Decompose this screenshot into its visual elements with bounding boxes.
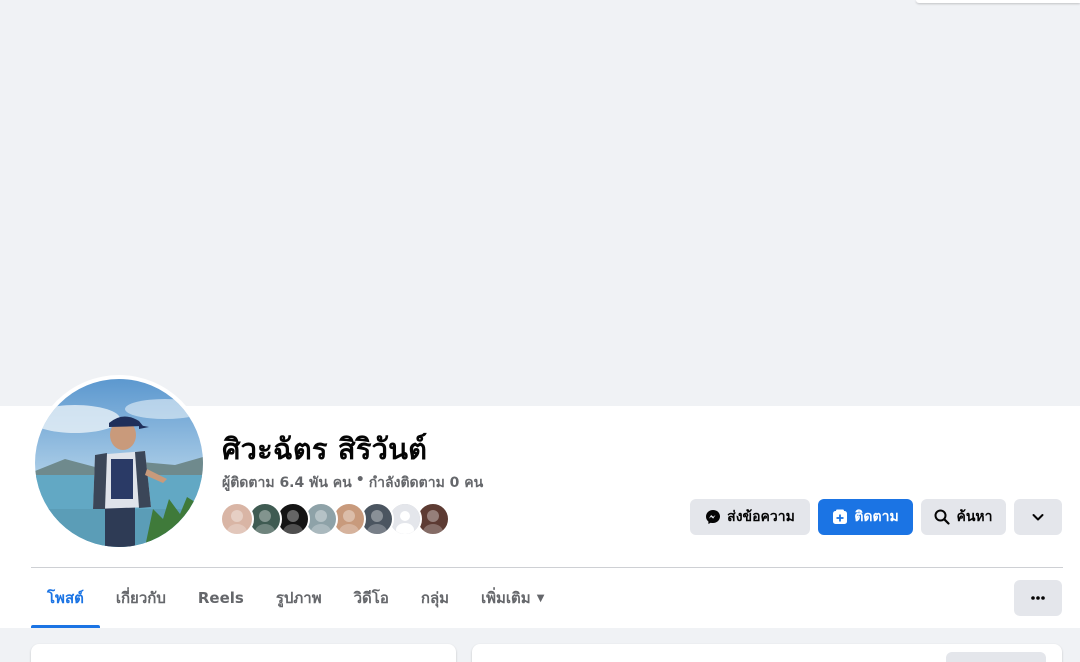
tab-2[interactable]: Reels — [182, 568, 260, 628]
message-button-label: ส่งข้อความ — [727, 509, 795, 525]
search-icon — [934, 509, 951, 525]
caret-down-icon: ▼ — [536, 592, 545, 604]
tab-label: เกี่ยวกับ — [115, 589, 166, 607]
follow-button[interactable]: ติดตาม — [818, 499, 913, 535]
profile-picture[interactable] — [35, 379, 203, 547]
tab-3[interactable]: รูปภาพ — [260, 568, 338, 628]
search-button[interactable]: ค้นหา — [921, 499, 1006, 535]
profile-tabs: โพสต์ เกี่ยวกับ Reels รูปภาพ วิดีโอ กลุ่ม เพิ่… — [31, 568, 560, 628]
filters-button[interactable] — [946, 652, 1046, 662]
cover-photo-area — [0, 0, 1080, 406]
following-link[interactable]: กำลังติดตาม 0 คน — [369, 472, 484, 494]
tab-label: Reels — [197, 589, 244, 607]
message-button[interactable]: ส่งข้อความ — [690, 499, 810, 535]
intro-card — [31, 644, 456, 662]
cover-edit-tab — [916, 0, 1080, 3]
profile-name: ศิวะฉัตร สิริวันต์ — [222, 432, 428, 466]
tab-4[interactable]: วิดีโอ — [338, 568, 405, 628]
more-options-button[interactable] — [1014, 580, 1062, 616]
tab-label: โพสต์ — [47, 589, 84, 607]
chevron-down-icon — [1032, 514, 1044, 521]
search-button-label: ค้นหา — [956, 509, 993, 525]
tab-0[interactable]: โพสต์ — [31, 568, 100, 628]
stats-separator: • — [355, 472, 365, 488]
expand-button[interactable] — [1014, 499, 1062, 535]
tab-5[interactable]: กลุ่ม — [405, 568, 465, 628]
profile-stats: ผู้ติดตาม 6.4 พัน คน • กำลังติดตาม 0 คน — [222, 472, 483, 494]
profile-photo-illustration — [35, 379, 203, 547]
follow-icon — [833, 509, 848, 524]
followers-link[interactable]: ผู้ติดตาม 6.4 พัน คน — [222, 472, 352, 494]
tab-1[interactable]: เกี่ยวกับ — [100, 568, 182, 628]
friend-avatar-icon[interactable] — [220, 502, 254, 536]
follower-avatars — [220, 502, 450, 536]
tab-label: กลุ่ม — [420, 589, 450, 607]
ellipsis-icon — [1031, 596, 1045, 600]
tab-label: รูปภาพ — [275, 589, 322, 607]
posts-card — [472, 644, 1062, 662]
tab-label: วิดีโอ — [353, 589, 389, 607]
tab-label: เพิ่มเติม — [481, 589, 531, 607]
tab-6[interactable]: เพิ่มเติม ▼ — [465, 568, 560, 628]
messenger-icon — [706, 510, 721, 524]
follow-button-label: ติดตาม — [854, 509, 899, 525]
